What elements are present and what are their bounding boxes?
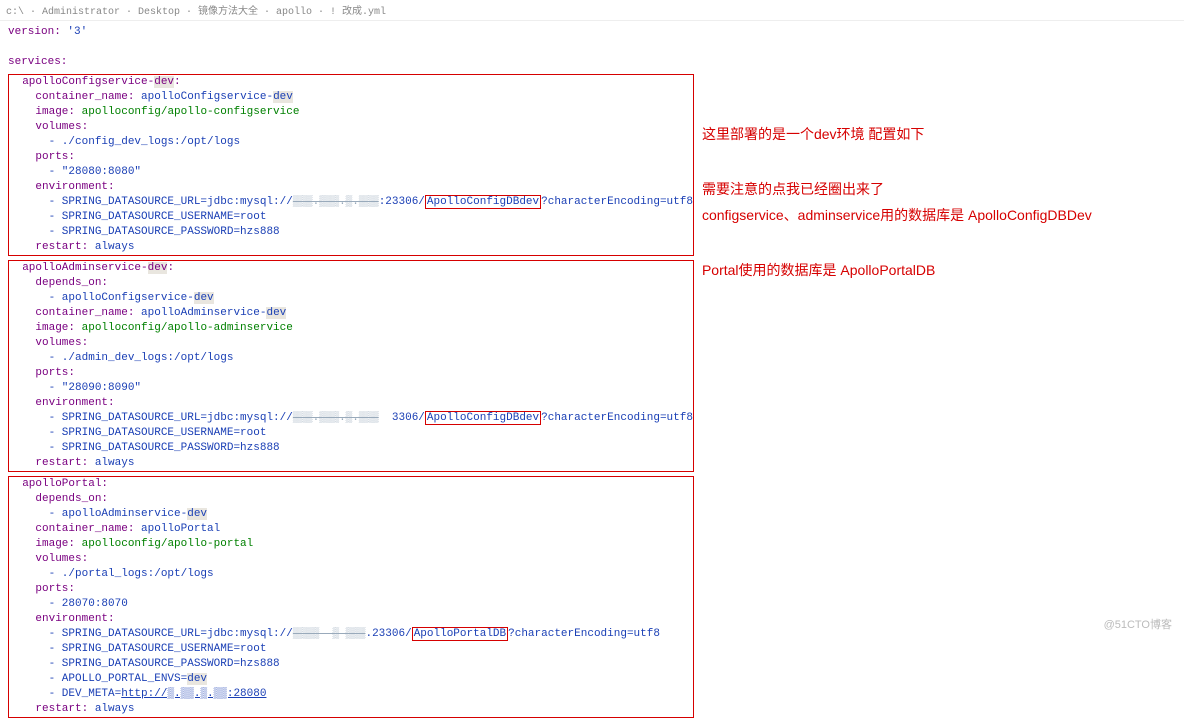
svc3-dep-suffix: dev xyxy=(187,508,207,520)
svc1-url-host: ▒▒▒.▒▒▒.▒.▒▒▒ xyxy=(293,196,379,208)
svc3-restart-v: always xyxy=(95,703,135,715)
svc3-dep-k: depends_on: xyxy=(35,493,108,505)
note-2b: configservice、adminservice用的数据库是 ApolloC… xyxy=(702,202,1184,229)
svc3-image-k: image: xyxy=(35,538,75,550)
svc2-name: apolloAdminservice- xyxy=(22,262,147,274)
svc1-url-pref: - SPRING_DATASOURCE_URL=jdbc:mysql:// xyxy=(49,196,293,208)
svc2-vol-v: - ./admin_dev_logs:/opt/logs xyxy=(49,352,234,364)
svc3-url-db-box: ApolloPortalDB xyxy=(412,627,508,641)
svc1-image-k: image: xyxy=(35,106,75,118)
svc1-cname-suffix: dev xyxy=(273,91,293,103)
svc3-cname-v: apolloPortal xyxy=(141,523,220,535)
svc2-env-k: environment: xyxy=(35,397,114,409)
notes-column: 这里部署的是一个dev环境 配置如下 需要注意的点我已经圈出来了 configs… xyxy=(702,21,1184,311)
svc2-dep-v: - apolloConfigservice- xyxy=(49,292,194,304)
svc2-env-pass: - SPRING_DATASOURCE_PASSWORD=hzs888 xyxy=(49,442,280,454)
note-1: 这里部署的是一个dev环境 配置如下 xyxy=(702,121,1184,148)
svc1-cname-v: apolloConfigservice- xyxy=(141,91,273,103)
svc3-vol-k: volumes: xyxy=(35,553,88,565)
svc2-url-pref: - SPRING_DATASOURCE_URL=jdbc:mysql:// xyxy=(49,412,293,424)
svc3-env-envs-k: - APOLLO_PORTAL_ENVS= xyxy=(49,673,188,685)
svc1-cname-k: container_name: xyxy=(35,91,134,103)
svc1-name: apolloConfigservice- xyxy=(22,76,154,88)
box-configservice: apolloConfigservice-dev: container_name:… xyxy=(8,74,694,256)
svc2-cname-v: apolloAdminservice- xyxy=(141,307,266,319)
code-column: version: '3' services: apolloConfigservi… xyxy=(0,21,702,726)
svc3-url-host: ▒▒▒▒ ▒ ▒▒▒ xyxy=(293,628,366,640)
svc1-ports-v: - "28080:8080" xyxy=(49,166,141,178)
yaml-version-key: version: xyxy=(8,26,61,38)
svc2-url-host: ▒▒▒.▒▒▒.▒.▒▒▒ xyxy=(293,412,379,424)
svc3-url-tail: ?characterEncoding=utf8 xyxy=(508,628,660,640)
svc2-url-tail: ?characterEncoding=utf8 xyxy=(541,412,693,424)
svc2-cname-k: container_name: xyxy=(35,307,134,319)
svc3-env-pass: - SPRING_DATASOURCE_PASSWORD=hzs888 xyxy=(49,658,280,670)
box-portal: apolloPortal: depends_on: - apolloAdmins… xyxy=(8,476,694,718)
svc1-url-db-box: ApolloConfigDBdev xyxy=(425,195,541,209)
svc1-restart-v: always xyxy=(95,241,135,253)
box-adminservice: apolloAdminservice-dev: depends_on: - ap… xyxy=(8,260,694,472)
svc1-image-v: apolloconfig/apollo-configservice xyxy=(82,106,300,118)
svc2-restart-v: always xyxy=(95,457,135,469)
svc1-vol-v: - ./config_dev_logs:/opt/logs xyxy=(49,136,240,148)
svc3-env-envs-v: dev xyxy=(187,673,207,685)
yaml-version-val: '3' xyxy=(67,26,87,38)
svc2-image-k: image: xyxy=(35,322,75,334)
svc1-ports-k: ports: xyxy=(35,151,75,163)
svc3-image-v: apolloconfig/apollo-portal xyxy=(82,538,254,550)
svc3-env-meta-v: http://▒.▒▒.▒.▒▒:28080 xyxy=(121,688,266,700)
svc3-ports-k: ports: xyxy=(35,583,75,595)
svc3-url-port: .23306/ xyxy=(365,628,411,640)
svc3-restart-k: restart: xyxy=(35,703,88,715)
svc2-vol-k: volumes: xyxy=(35,337,88,349)
svc2-dep-k: depends_on: xyxy=(35,277,108,289)
svc1-env-k: environment: xyxy=(35,181,114,193)
breadcrumb: c:\ · Administrator · Desktop · 镜像方法大全 ·… xyxy=(0,0,1184,21)
svc1-vol-k: volumes: xyxy=(35,121,88,133)
svc3-env-meta-k: - DEV_META= xyxy=(49,688,122,700)
svc2-cname-suffix: dev xyxy=(266,307,286,319)
note-2: 需要注意的点我已经圈出来了 configservice、adminservice… xyxy=(702,176,1184,229)
svc2-url-db-box: ApolloConfigDBdev xyxy=(425,411,541,425)
svc2-env-user: - SPRING_DATASOURCE_USERNAME=root xyxy=(49,427,267,439)
note-3: Portal使用的数据库是 ApolloPortalDB xyxy=(702,257,1184,284)
svc2-url-port: 3306/ xyxy=(379,412,425,424)
main-wrap: version: '3' services: apolloConfigservi… xyxy=(0,21,1184,726)
svc2-suffix: dev xyxy=(148,262,168,274)
svc1-env-user: - SPRING_DATASOURCE_USERNAME=root xyxy=(49,211,267,223)
svc1-env-pass: - SPRING_DATASOURCE_PASSWORD=hzs888 xyxy=(49,226,280,238)
svc3-ports-v: - 28070:8070 xyxy=(49,598,128,610)
svc2-restart-k: restart: xyxy=(35,457,88,469)
svc1-url-port: :23306/ xyxy=(379,196,425,208)
svc2-dep-suffix: dev xyxy=(194,292,214,304)
svc3-dep-v: - apolloAdminservice- xyxy=(49,508,188,520)
svc3-env-k: environment: xyxy=(35,613,114,625)
watermark: @51CTO博客 xyxy=(1104,616,1172,632)
svc1-suffix: dev xyxy=(154,76,174,88)
svc3-cname-k: container_name: xyxy=(35,523,134,535)
svc3-env-user: - SPRING_DATASOURCE_USERNAME=root xyxy=(49,643,267,655)
svc2-image-v: apolloconfig/apollo-adminservice xyxy=(82,322,293,334)
svc3-url-pref: - SPRING_DATASOURCE_URL=jdbc:mysql:// xyxy=(49,628,293,640)
note-2a: 需要注意的点我已经圈出来了 xyxy=(702,176,1184,203)
svc1-url-tail: ?characterEncoding=utf8 xyxy=(541,196,693,208)
yaml-services-key: services: xyxy=(8,56,67,68)
svc3-name: apolloPortal xyxy=(22,478,101,490)
svc2-ports-k: ports: xyxy=(35,367,75,379)
svc2-ports-v: - "28090:8090" xyxy=(49,382,141,394)
svc3-vol-v: - ./portal_logs:/opt/logs xyxy=(49,568,214,580)
svc1-restart-k: restart: xyxy=(35,241,88,253)
